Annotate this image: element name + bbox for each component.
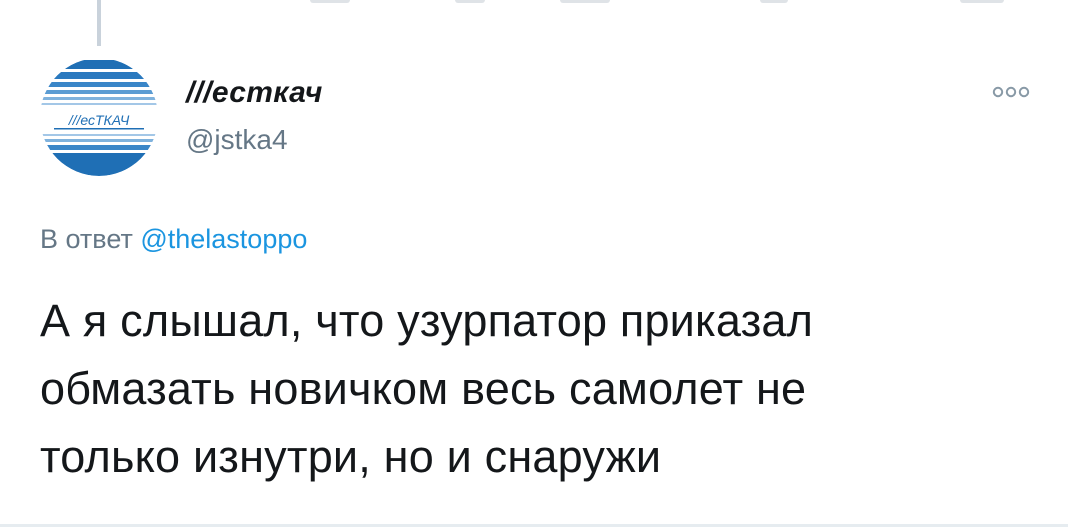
more-options-button[interactable] — [984, 80, 1044, 104]
tweet-text: А я слышал, что узурпатор приказал обмаз… — [40, 287, 1040, 491]
reply-context: В ответ @thelastoppo — [40, 224, 307, 255]
previous-tweet-edge — [0, 0, 1068, 6]
thread-connector-line — [97, 0, 101, 46]
avatar[interactable]: ///есТКАЧ — [40, 58, 158, 176]
reply-mention-link[interactable]: @thelastoppo — [140, 224, 307, 254]
author-handle[interactable]: @jstka4 — [186, 124, 288, 156]
avatar-logo-text: ///есТКАЧ — [68, 112, 130, 128]
author-display-name[interactable]: ///есткач — [186, 76, 323, 110]
tweet-text-line: только изнутри, но и снаружи — [40, 431, 662, 482]
more-options-icon — [992, 86, 1030, 98]
tweet-text-line: обмазать новичком весь самолет не — [40, 363, 807, 414]
logo-avatar-icon: ///есТКАЧ — [40, 58, 158, 176]
reply-prefix: В ответ — [40, 224, 133, 254]
tweet-text-line: А я слышал, что узурпатор приказал — [40, 295, 814, 346]
